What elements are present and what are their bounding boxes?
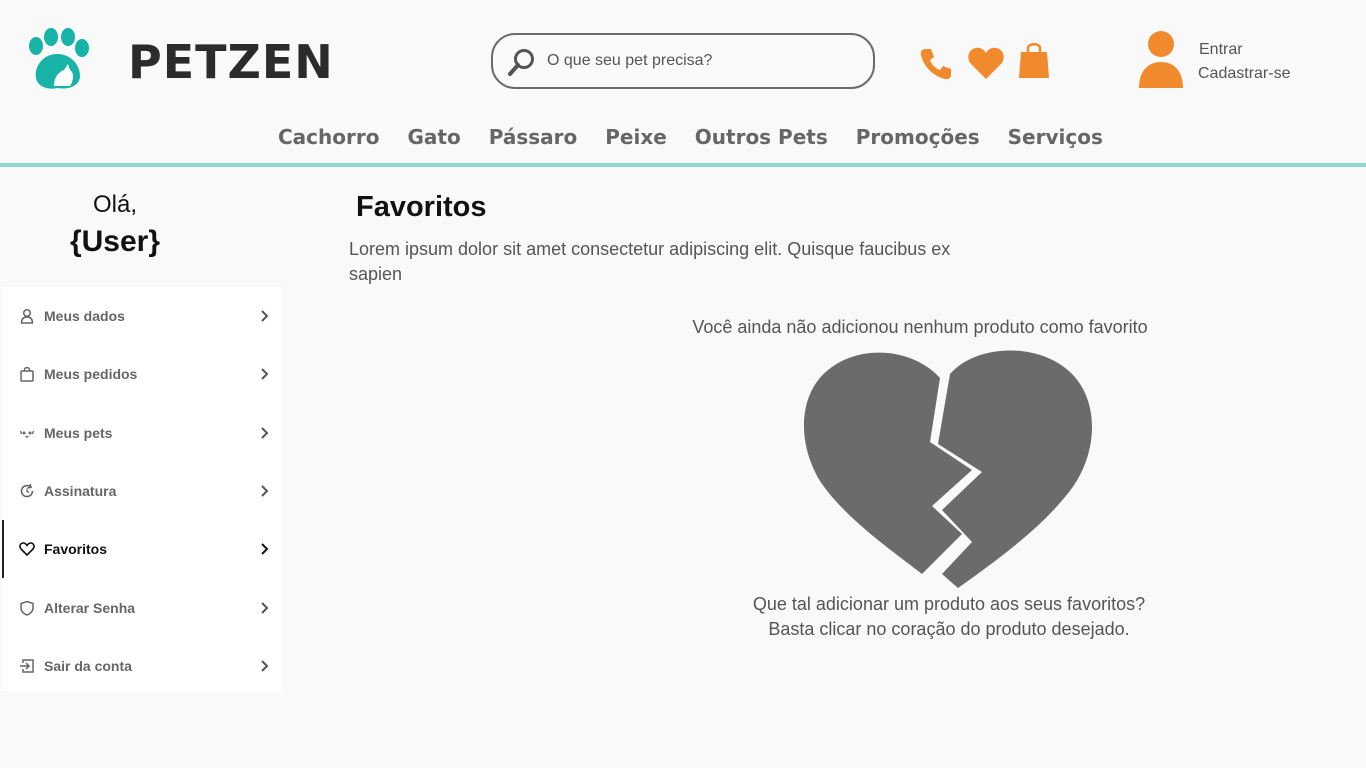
signup-link[interactable]: Cadastrar-se bbox=[1198, 65, 1290, 83]
nav-item-gato[interactable]: Gato bbox=[407, 120, 460, 154]
paw-logo-icon[interactable] bbox=[24, 28, 90, 92]
chevron-right-icon bbox=[261, 368, 269, 381]
sidebar-item-sair-da-conta[interactable]: Sair da conta bbox=[2, 637, 282, 695]
nav-item-peixe[interactable]: Peixe bbox=[605, 120, 667, 154]
heart-icon bbox=[18, 540, 36, 558]
sidebar-item-label: Favoritos bbox=[44, 541, 108, 558]
user-icon bbox=[18, 307, 36, 325]
account-menu: Meus dados Meus pedidos Meus pets Assina… bbox=[2, 287, 282, 691]
page-description: Lorem ipsum dolor sit amet consectetur a… bbox=[349, 239, 951, 284]
suggestion-line-2: Basta clicar no coração do produto desej… bbox=[768, 619, 1130, 639]
sidebar-item-alterar-senha[interactable]: Alterar Senha bbox=[2, 578, 282, 636]
login-link[interactable]: Entrar bbox=[1199, 41, 1243, 59]
sidebar-item-label: Meus pedidos bbox=[44, 366, 138, 383]
sidebar-item-meus-pedidos[interactable]: Meus pedidos bbox=[2, 345, 282, 403]
search-icon[interactable] bbox=[507, 47, 537, 77]
chevron-right-icon bbox=[261, 660, 269, 672]
chevron-right-icon bbox=[261, 485, 269, 497]
search-bar[interactable] bbox=[491, 33, 875, 89]
user-icon[interactable] bbox=[1137, 30, 1185, 88]
chevron-right-icon bbox=[261, 427, 269, 439]
nav-item-passaro[interactable]: Pássaro bbox=[489, 120, 578, 154]
pet-face-icon bbox=[18, 424, 36, 442]
search-input[interactable] bbox=[547, 47, 857, 75]
page-title: Favoritos bbox=[356, 191, 487, 223]
site-header: PETZEN Entrar Cadastrar-se Cachorro Gato bbox=[0, 0, 1366, 167]
nav-item-outros-pets[interactable]: Outros Pets bbox=[695, 120, 828, 154]
sidebar-item-label: Sair da conta bbox=[44, 657, 132, 674]
chevron-right-icon bbox=[261, 601, 269, 614]
username: {User} bbox=[69, 225, 161, 258]
nav-item-servicos[interactable]: Serviços bbox=[1008, 120, 1103, 154]
sidebar-item-label: Meus dados bbox=[44, 308, 125, 325]
shopping-bag-icon[interactable] bbox=[1017, 40, 1051, 80]
sidebar-item-label: Assinatura bbox=[44, 483, 117, 500]
chevron-right-icon bbox=[261, 310, 269, 322]
shield-icon bbox=[18, 599, 36, 617]
sidebar-item-favoritos[interactable]: Favoritos bbox=[2, 520, 282, 579]
favorites-suggestion: Que tal adicionar um produto aos seus fa… bbox=[649, 592, 1249, 642]
user-greeting: Olá, {User} bbox=[0, 188, 230, 262]
sidebar-item-label: Alterar Senha bbox=[44, 599, 136, 616]
phone-icon[interactable] bbox=[918, 46, 954, 82]
sidebar-item-meus-dados[interactable]: Meus dados bbox=[2, 287, 282, 345]
brand-logo-text[interactable]: PETZEN bbox=[128, 34, 334, 90]
heart-icon[interactable] bbox=[967, 46, 1005, 80]
sidebar-item-label: Meus pets bbox=[44, 424, 113, 441]
greeting-text: Olá, bbox=[92, 191, 137, 218]
sidebar-item-meus-pets[interactable]: Meus pets bbox=[2, 404, 282, 462]
page: PETZEN Entrar Cadastrar-se Cachorro Gato bbox=[0, 0, 1366, 768]
sidebar-item-assinatura[interactable]: Assinatura bbox=[2, 462, 282, 520]
broken-heart-icon bbox=[803, 350, 1092, 588]
nav-item-cachorro[interactable]: Cachorro bbox=[278, 120, 379, 154]
category-nav: Cachorro Gato Pássaro Peixe Outros Pets … bbox=[264, 120, 1117, 154]
empty-favorites-message: Você ainda não adicionou nenhum produto … bbox=[692, 317, 1148, 337]
chevron-right-icon bbox=[261, 543, 269, 556]
logout-icon bbox=[18, 657, 36, 675]
refresh-icon bbox=[18, 482, 36, 500]
suggestion-line-1: Que tal adicionar um produto aos seus fa… bbox=[752, 594, 1146, 614]
nav-item-promocoes[interactable]: Promoções bbox=[856, 120, 980, 154]
bag-icon bbox=[18, 365, 36, 383]
header-divider bbox=[0, 163, 1366, 167]
